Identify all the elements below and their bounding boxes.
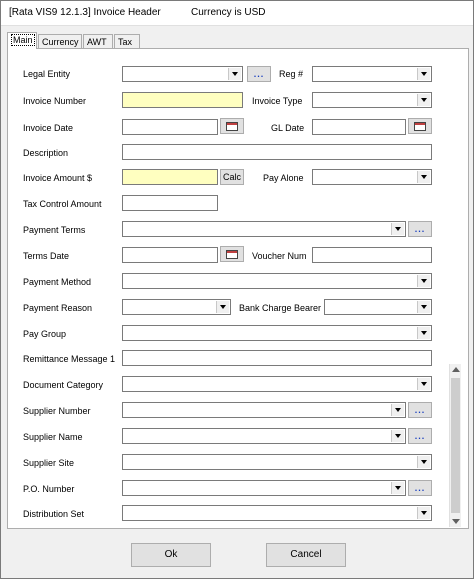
pay-alone-label: Pay Alone [263, 173, 304, 183]
pay-alone-select[interactable] [312, 169, 432, 185]
payment-method-label: Payment Method [23, 277, 92, 287]
legal-entity-select[interactable] [122, 66, 243, 82]
currency-indicator: Currency is USD [191, 7, 266, 18]
chevron-down-icon[interactable] [216, 301, 229, 313]
remittance-message-input[interactable] [122, 350, 432, 366]
window-title: [Rata VIS9 12.1.3] Invoice Header [9, 7, 161, 18]
reg-select[interactable] [312, 66, 432, 82]
cancel-button[interactable]: Cancel [266, 543, 346, 567]
main-tab-panel: Legal Entity ... Reg # Invoice Number In… [7, 48, 469, 529]
legal-entity-lookup-button[interactable]: ... [247, 66, 271, 82]
chevron-down-icon[interactable] [417, 507, 430, 519]
tab-tax[interactable]: Tax [114, 34, 140, 48]
tax-control-amount-input[interactable] [122, 195, 218, 211]
invoice-date-input[interactable] [122, 119, 218, 135]
chevron-down-icon[interactable] [417, 275, 430, 287]
description-label: Description [23, 148, 69, 158]
supplier-name-label: Supplier Name [23, 432, 83, 442]
gl-date-label: GL Date [271, 123, 305, 133]
document-category-label: Document Category [23, 380, 104, 390]
invoice-date-picker-button[interactable] [220, 118, 244, 134]
invoice-number-input[interactable] [122, 92, 243, 108]
tab-main[interactable]: Main [7, 32, 37, 49]
document-category-select[interactable] [122, 376, 432, 392]
scroll-down-icon[interactable] [452, 519, 460, 524]
calc-button[interactable]: Calc [220, 169, 244, 185]
supplier-number-label: Supplier Number [23, 406, 91, 416]
invoice-header-window: [Rata VIS9 12.1.3] Invoice Header Curren… [0, 0, 474, 579]
gl-date-input[interactable] [312, 119, 406, 135]
remittance-message-label: Remittance Message 1 [23, 354, 116, 364]
vertical-scrollbar[interactable] [449, 364, 461, 527]
distribution-set-label: Distribution Set [23, 509, 85, 519]
payment-reason-select[interactable] [122, 299, 231, 315]
supplier-site-select[interactable] [122, 454, 432, 470]
pay-group-label: Pay Group [23, 329, 67, 339]
chevron-down-icon[interactable] [391, 430, 404, 442]
legal-entity-label: Legal Entity [23, 69, 71, 79]
supplier-site-label: Supplier Site [23, 458, 75, 468]
invoice-date-label: Invoice Date [23, 123, 74, 133]
scroll-thumb[interactable] [451, 378, 460, 513]
pay-group-select[interactable] [122, 325, 432, 341]
calendar-icon [226, 122, 238, 131]
po-number-lookup-button[interactable]: ... [408, 480, 432, 496]
payment-method-select[interactable] [122, 273, 432, 289]
tab-awt[interactable]: AWT [83, 34, 113, 48]
payment-terms-lookup-button[interactable]: ... [408, 221, 432, 237]
chevron-down-icon[interactable] [417, 327, 430, 339]
ok-button[interactable]: Ok [131, 543, 211, 567]
description-input[interactable] [122, 144, 432, 160]
chevron-down-icon[interactable] [417, 171, 430, 183]
voucher-num-label: Voucher Num [252, 251, 307, 261]
terms-date-picker-button[interactable] [220, 246, 244, 262]
chevron-down-icon[interactable] [417, 68, 430, 80]
bank-charge-bearer-label: Bank Charge Bearer [239, 303, 322, 313]
invoice-number-label: Invoice Number [23, 96, 87, 106]
invoice-type-select[interactable] [312, 92, 432, 108]
terms-date-label: Terms Date [23, 251, 70, 261]
voucher-num-input[interactable] [312, 247, 432, 263]
calendar-icon [414, 122, 426, 131]
bank-charge-bearer-select[interactable] [324, 299, 432, 315]
supplier-name-select[interactable] [122, 428, 406, 444]
payment-terms-label: Payment Terms [23, 225, 86, 235]
supplier-number-lookup-button[interactable]: ... [408, 402, 432, 418]
payment-reason-label: Payment Reason [23, 303, 93, 313]
chevron-down-icon[interactable] [228, 68, 241, 80]
chevron-down-icon[interactable] [417, 301, 430, 313]
chevron-down-icon[interactable] [417, 94, 430, 106]
title-bar: [Rata VIS9 12.1.3] Invoice Header Curren… [1, 1, 473, 26]
reg-label: Reg # [279, 69, 304, 79]
po-number-label: P.O. Number [23, 484, 75, 494]
invoice-amount-label: Invoice Amount $ [23, 173, 93, 183]
terms-date-input[interactable] [122, 247, 218, 263]
calendar-icon [226, 250, 238, 259]
supplier-number-select[interactable] [122, 402, 406, 418]
tax-control-amount-label: Tax Control Amount [23, 199, 102, 209]
tab-currency[interactable]: Currency [38, 34, 82, 48]
distribution-set-select[interactable] [122, 505, 432, 521]
scroll-up-icon[interactable] [452, 367, 460, 372]
payment-terms-select[interactable] [122, 221, 406, 237]
chevron-down-icon[interactable] [417, 456, 430, 468]
gl-date-picker-button[interactable] [408, 118, 432, 134]
chevron-down-icon[interactable] [391, 404, 404, 416]
supplier-name-lookup-button[interactable]: ... [408, 428, 432, 444]
po-number-select[interactable] [122, 480, 406, 496]
chevron-down-icon[interactable] [391, 223, 404, 235]
invoice-type-label: Invoice Type [252, 96, 303, 106]
chevron-down-icon[interactable] [417, 378, 430, 390]
chevron-down-icon[interactable] [391, 482, 404, 494]
invoice-amount-input[interactable] [122, 169, 218, 185]
